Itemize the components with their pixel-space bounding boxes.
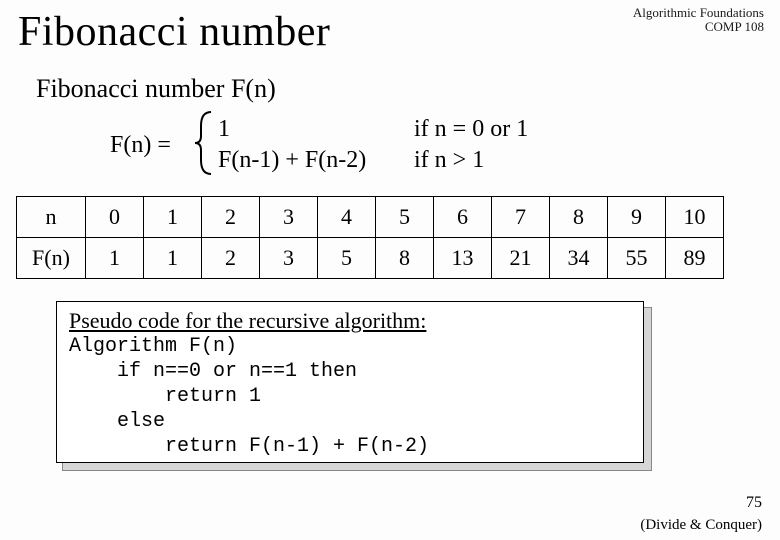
- n-cell: 10: [666, 197, 724, 238]
- table-row: n 0 1 2 3 4 5 6 7 8 9 10: [17, 197, 724, 238]
- table-row: F(n) 1 1 2 3 5 8 13 21 34 55 89: [17, 238, 724, 279]
- fn-cell: 1: [144, 238, 202, 279]
- n-cell: 1: [144, 197, 202, 238]
- course-title: Algorithmic Foundations: [633, 6, 764, 20]
- code-line: else: [69, 409, 631, 434]
- code-line: return 1: [69, 384, 631, 409]
- fn-cell: 2: [202, 238, 260, 279]
- fn-cell: 5: [318, 238, 376, 279]
- n-cell: 9: [608, 197, 666, 238]
- row-header-fn: F(n): [17, 238, 86, 279]
- code-line: return F(n-1) + F(n-2): [69, 434, 631, 459]
- fn-cell: 1: [86, 238, 144, 279]
- case1-value: 1: [218, 114, 408, 145]
- n-cell: 7: [492, 197, 550, 238]
- row-header-n: n: [17, 197, 86, 238]
- case2-value: F(n-1) + F(n-2): [218, 145, 408, 176]
- fn-cell: 21: [492, 238, 550, 279]
- fn-cell: 89: [666, 238, 724, 279]
- definition-cases: 1 if n = 0 or 1 F(n-1) + F(n-2) if n > 1: [218, 114, 528, 176]
- n-cell: 2: [202, 197, 260, 238]
- n-cell: 0: [86, 197, 144, 238]
- n-cell: 4: [318, 197, 376, 238]
- fn-cell: 13: [434, 238, 492, 279]
- definition-block: F(n) = 1 if n = 0 or 1 F(n-1) + F(n-2) i…: [110, 114, 780, 180]
- course-code: COMP 108: [633, 20, 764, 34]
- pseudocode-heading: Pseudo code for the recursive algorithm:: [69, 308, 631, 334]
- n-cell: 6: [434, 197, 492, 238]
- footer-text: (Divide & Conquer): [640, 517, 762, 534]
- case1-condition: if n = 0 or 1: [414, 114, 528, 145]
- pseudocode-box: Pseudo code for the recursive algorithm:…: [56, 301, 644, 463]
- definition-lhs: F(n) =: [110, 132, 171, 159]
- fibonacci-table: n 0 1 2 3 4 5 6 7 8 9 10 F(n) 1 1 2 3 5 …: [16, 196, 724, 279]
- case2-condition: if n > 1: [414, 145, 484, 176]
- curly-brace-icon: [193, 110, 215, 181]
- code-line: if n==0 or n==1 then: [69, 359, 631, 384]
- fn-cell: 8: [376, 238, 434, 279]
- n-cell: 8: [550, 197, 608, 238]
- fn-cell: 3: [260, 238, 318, 279]
- code-line: Algorithm F(n): [69, 334, 631, 359]
- fn-cell: 55: [608, 238, 666, 279]
- slide-subtitle: Fibonacci number F(n): [0, 56, 780, 104]
- fn-cell: 34: [550, 238, 608, 279]
- n-cell: 5: [376, 197, 434, 238]
- n-cell: 3: [260, 197, 318, 238]
- course-header: Algorithmic Foundations COMP 108: [633, 6, 764, 35]
- slide-number: 75: [746, 494, 762, 512]
